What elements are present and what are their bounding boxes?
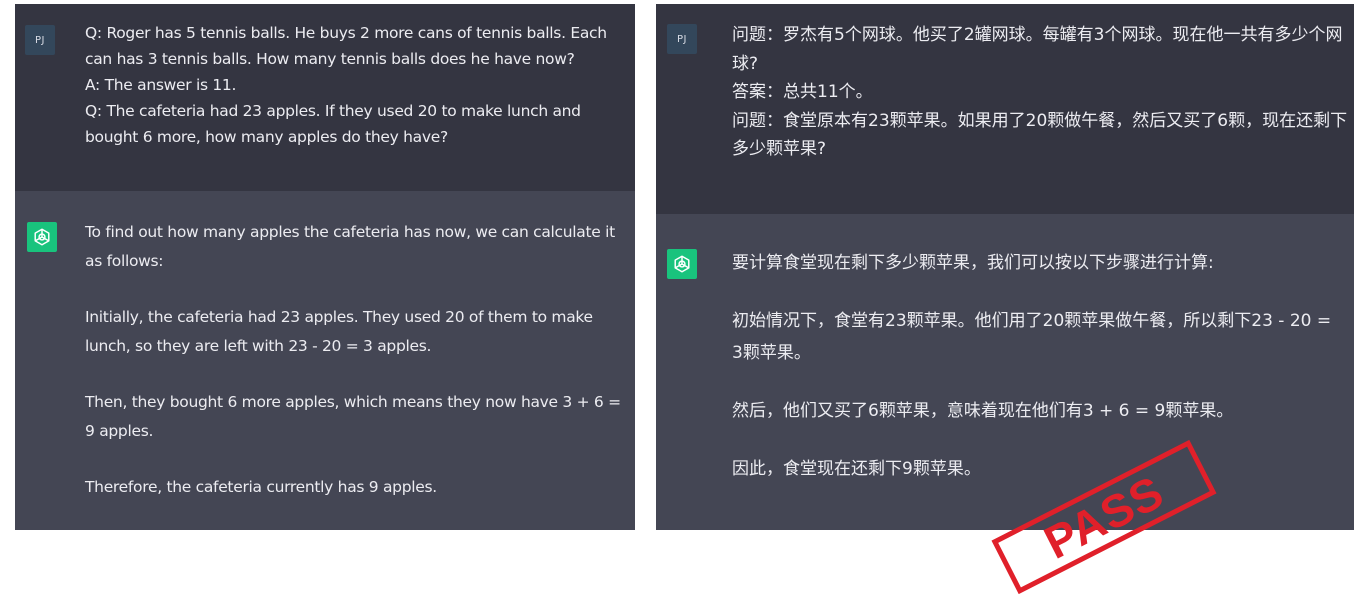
assistant-message-text: 要计算食堂现在剩下多少颗苹果，我们可以按以下步骤进行计算: 初始情况下，食堂有2… bbox=[732, 247, 1342, 485]
assistant-message: 要计算食堂现在剩下多少颗苹果，我们可以按以下步骤进行计算: 初始情况下，食堂有2… bbox=[656, 214, 1354, 530]
user-message-line: 问题：食堂原本有23颗苹果。如果用了20颗做午餐，然后又买了6颗，现在还剩下多少… bbox=[732, 110, 1348, 160]
assistant-message-text: To find out how many apples the cafeteri… bbox=[85, 218, 630, 502]
chat-panel-chinese: PJ 问题：罗杰有5个网球。他买了2罐网球。每罐有3个网球。现在他一共有多少个网… bbox=[656, 4, 1354, 530]
openai-logo-icon bbox=[27, 222, 57, 252]
assistant-paragraph: 要计算食堂现在剩下多少颗苹果，我们可以按以下步骤进行计算: bbox=[732, 253, 1214, 273]
openai-logo-icon bbox=[667, 249, 697, 279]
assistant-paragraph: Therefore, the cafeteria currently has 9… bbox=[85, 478, 437, 496]
assistant-paragraph: 然后，他们又买了6颗苹果，意味着现在他们有3 + 6 = 9颗苹果。 bbox=[732, 401, 1234, 421]
user-message: PJ Q: Roger has 5 tennis balls. He buys … bbox=[15, 4, 635, 191]
assistant-paragraph: To find out how many apples the cafeteri… bbox=[85, 223, 615, 270]
user-avatar: PJ bbox=[25, 25, 55, 55]
user-message-line: 答案：总共11个。 bbox=[732, 82, 873, 102]
user-message-line: Q: Roger has 5 tennis balls. He buys 2 m… bbox=[85, 24, 607, 68]
user-message-line: 问题：罗杰有5个网球。他买了2罐网球。每罐有3个网球。现在他一共有多少个网球? bbox=[732, 25, 1343, 74]
assistant-message: To find out how many apples the cafeteri… bbox=[15, 191, 635, 530]
assistant-paragraph: 因此，食堂现在还剩下9颗苹果。 bbox=[732, 459, 981, 479]
user-message-text: Q: Roger has 5 tennis balls. He buys 2 m… bbox=[85, 20, 625, 150]
assistant-paragraph: Then, they bought 6 more apples, which m… bbox=[85, 393, 621, 440]
assistant-paragraph: Initially, the cafeteria had 23 apples. … bbox=[85, 308, 593, 355]
chat-panel-english: PJ Q: Roger has 5 tennis balls. He buys … bbox=[15, 4, 635, 530]
user-message: PJ 问题：罗杰有5个网球。他买了2罐网球。每罐有3个网球。现在他一共有多少个网… bbox=[656, 4, 1354, 214]
user-message-line: A: The answer is 11. bbox=[85, 76, 237, 94]
assistant-paragraph: 初始情况下，食堂有23颗苹果。他们用了20颗苹果做午餐，所以剩下23 - 20 … bbox=[732, 311, 1332, 363]
user-avatar: PJ bbox=[667, 24, 697, 54]
user-message-line: Q: The cafeteria had 23 apples. If they … bbox=[85, 102, 581, 146]
user-message-text: 问题：罗杰有5个网球。他买了2罐网球。每罐有3个网球。现在他一共有多少个网球? … bbox=[732, 21, 1352, 164]
